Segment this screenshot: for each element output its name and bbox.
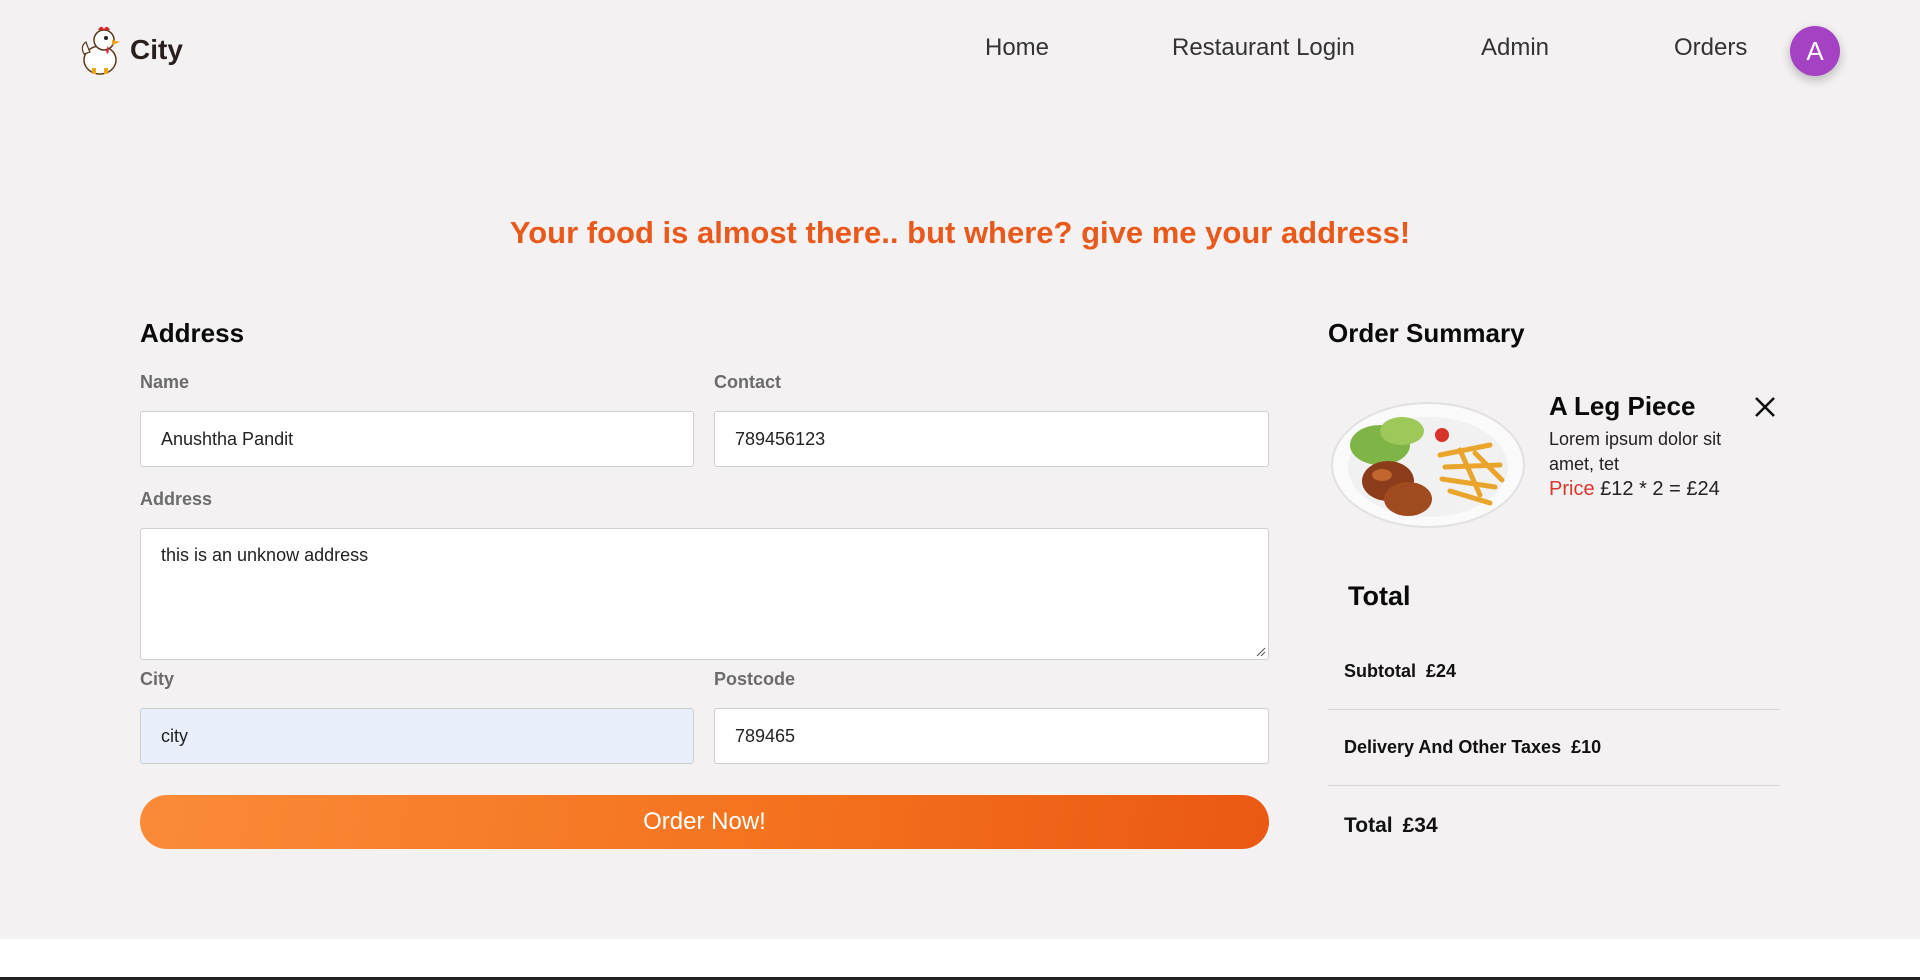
nav-restaurant-login[interactable]: Restaurant Login (1172, 34, 1355, 62)
city-label: City (140, 669, 175, 689)
food-item-image (1331, 402, 1525, 528)
address-textarea[interactable]: this is an unknow address (140, 528, 1269, 660)
delivery-label: Delivery And Other Taxes (1344, 737, 1562, 757)
item-name: A Leg Piece (1549, 391, 1696, 421)
nav-home[interactable]: Home (985, 34, 1049, 62)
city-input[interactable]: city (140, 708, 694, 764)
name-label: Name (140, 372, 190, 392)
delivery-row: Delivery And Other Taxes £10 (1344, 737, 1601, 758)
nav-admin[interactable]: Admin (1481, 34, 1549, 62)
price-calculation: £12 * 2 = £24 (1600, 478, 1720, 500)
chicken-logo-icon (81, 26, 120, 75)
name-input[interactable]: Anushtha Pandit (140, 411, 694, 467)
resize-grip-icon[interactable] (1256, 647, 1266, 657)
subtotal-value: £24 (1426, 661, 1457, 681)
grand-total-label: Total (1344, 814, 1393, 837)
item-description: Lorem ipsum dolor sit amet, tet (1549, 429, 1722, 474)
nav-orders[interactable]: Orders (1674, 34, 1747, 62)
brand-name: City (130, 34, 183, 65)
order-summary-title: Order Summary (1328, 318, 1525, 348)
brand-logo[interactable]: City (78, 24, 183, 76)
delivery-value: £10 (1571, 737, 1602, 757)
address-section-title: Address (140, 318, 245, 348)
contact-input-value: 789456123 (735, 428, 826, 449)
grand-total-value: £34 (1402, 814, 1438, 837)
contact-input[interactable]: 789456123 (714, 411, 1269, 467)
top-navbar: City Home Restaurant Login Admin Orders … (0, 0, 1920, 102)
footer (0, 939, 1920, 980)
address-textarea-value: this is an unknow address (161, 545, 369, 565)
price-label: Price (1549, 478, 1595, 500)
grand-total-row: Total £34 (1344, 814, 1438, 838)
postcode-input[interactable]: 789465 (714, 708, 1269, 764)
contact-label: Contact (714, 372, 781, 392)
subtotal-row: Subtotal £24 (1344, 661, 1456, 682)
address-label: Address (140, 489, 213, 509)
subtotal-label: Subtotal (1344, 661, 1416, 681)
name-input-value: Anushtha Pandit (161, 428, 294, 449)
summary-divider (1328, 785, 1780, 786)
postcode-input-value: 789465 (735, 725, 796, 746)
summary-divider (1328, 709, 1780, 710)
user-avatar[interactable]: A (1790, 26, 1840, 76)
total-heading: Total (1348, 581, 1411, 611)
close-icon[interactable] (1752, 394, 1778, 420)
order-now-button[interactable]: Order Now! (140, 795, 1269, 849)
postcode-label: Postcode (714, 669, 796, 689)
item-price: Price £12 * 2 = £24 (1549, 478, 1720, 501)
city-input-value: city (161, 725, 188, 746)
page-headline: Your food is almost there.. but where? g… (509, 215, 1411, 250)
